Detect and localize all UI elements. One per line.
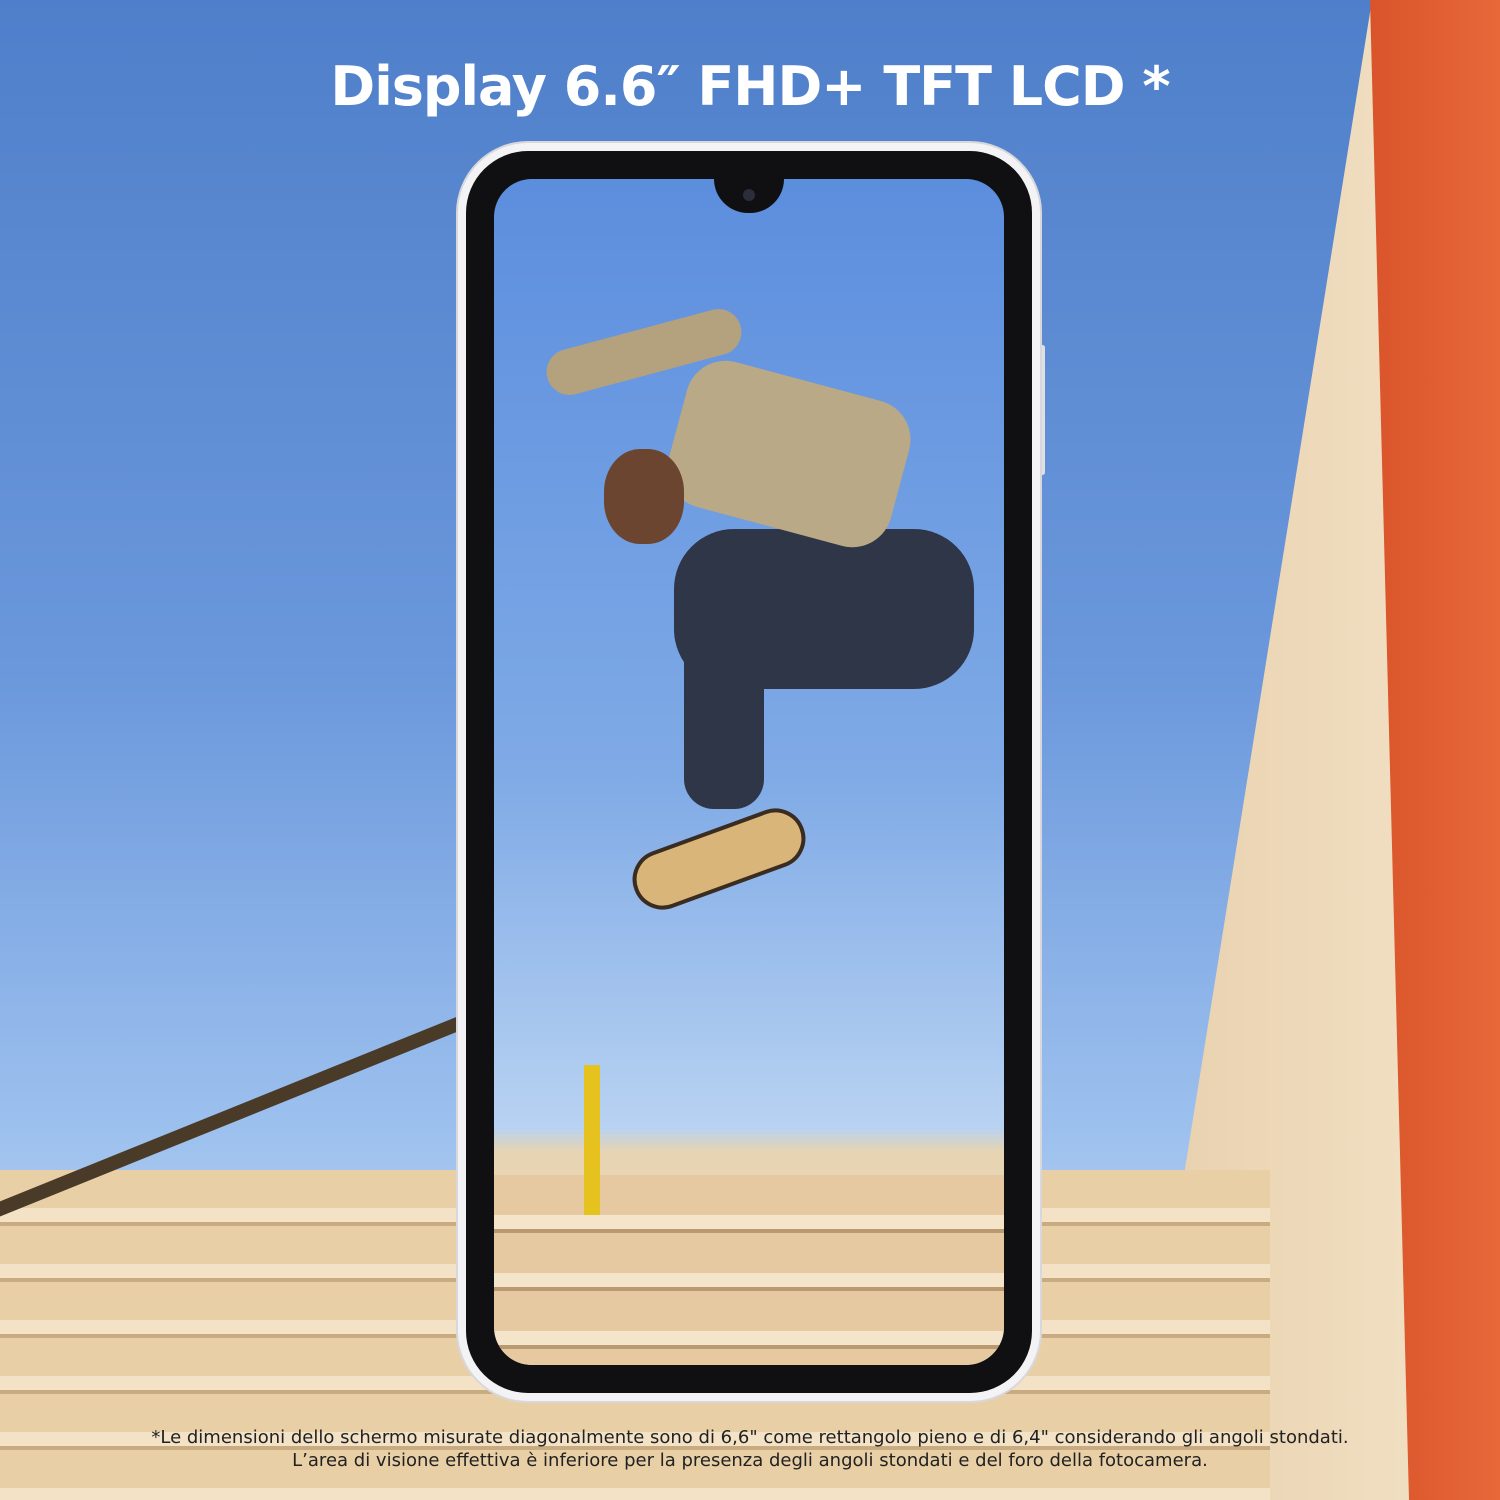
- skater-head: [604, 449, 684, 544]
- phone: [458, 143, 1040, 1401]
- phone-bezel: [466, 151, 1032, 1393]
- skater-torso: [658, 351, 920, 557]
- front-camera-icon: [743, 189, 755, 201]
- footnote-line-1: *Le dimensioni dello schermo misurate di…: [151, 1427, 1349, 1448]
- footnote-line-2: L’area di visione effettiva è inferiore …: [292, 1450, 1208, 1471]
- footnote: *Le dimensioni dello schermo misurate di…: [0, 1426, 1500, 1472]
- camera-notch: [714, 179, 784, 213]
- skater-shin: [684, 619, 764, 809]
- screen-stairs: [494, 1175, 1004, 1365]
- headline: Display 6.6″ FHD+ TFT LCD *: [330, 55, 1170, 118]
- phone-side-button: [1040, 345, 1045, 475]
- phone-screen: [494, 179, 1004, 1365]
- skateboard: [624, 800, 814, 918]
- yellow-pole: [584, 1065, 600, 1215]
